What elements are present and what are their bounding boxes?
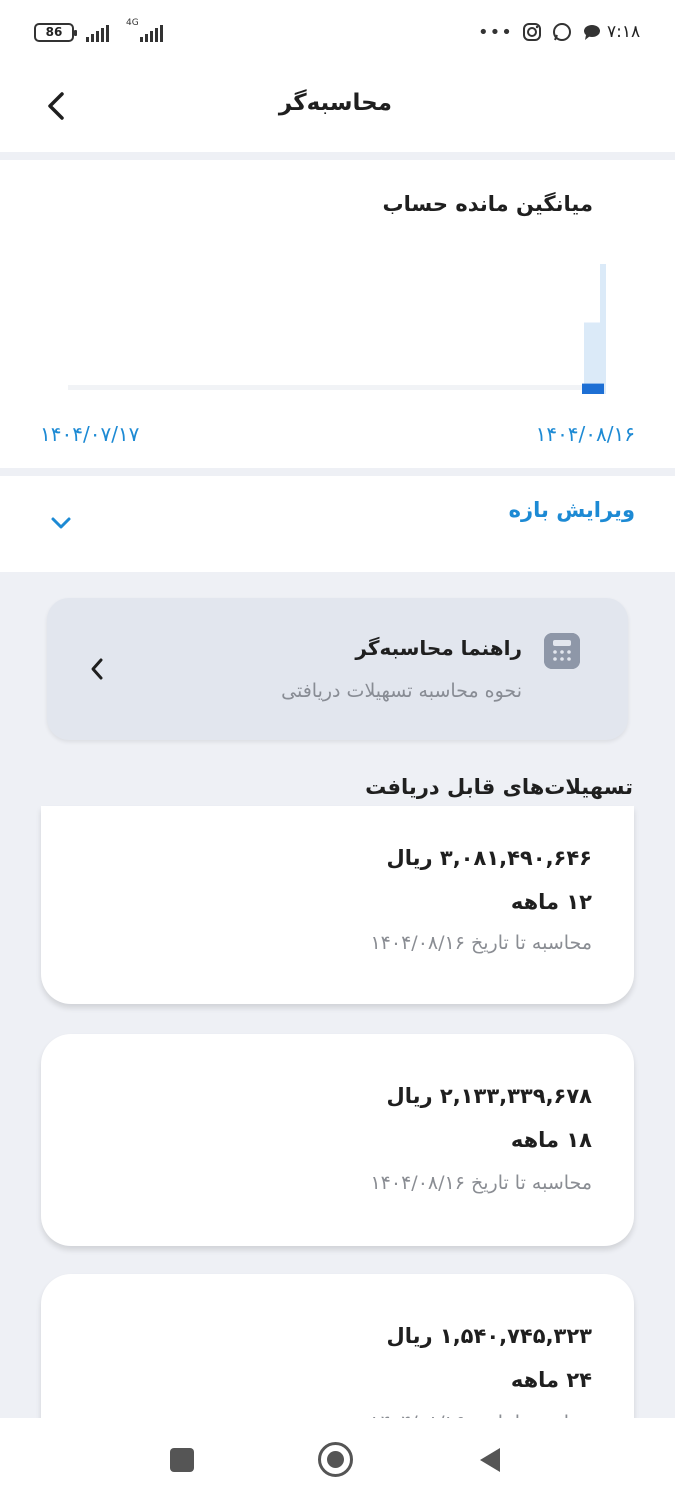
chart-bar-accent — [582, 383, 604, 394]
balance-chart — [68, 264, 606, 394]
status-time: ۷:۱۸ — [607, 22, 641, 42]
system-navigation-bar — [0, 1418, 675, 1500]
signal-icon — [86, 24, 109, 42]
signal-icon-2 — [140, 24, 163, 42]
triangle-back-icon — [480, 1448, 500, 1472]
facility-term: ۱۸ ماهه — [510, 1128, 592, 1152]
facility-term: ۲۴ ماهه — [510, 1368, 592, 1392]
facility-amount: ۱,۵۴۰,۷۴۵,۳۲۳ ریال — [386, 1324, 592, 1348]
instagram-icon — [523, 23, 541, 41]
chart-baseline — [68, 385, 604, 390]
system-back-button[interactable] — [478, 1446, 502, 1474]
whatsapp-icon — [553, 23, 571, 41]
guide-subtitle: نحوه محاسبه تسهیلات دریافتی — [281, 680, 522, 702]
facility-amount: ۳,۰۸۱,۴۹۰,۶۴۶ ریال — [386, 846, 592, 870]
home-button[interactable] — [318, 1442, 353, 1477]
network-type: 4G — [126, 18, 139, 28]
more-notifications: ••• — [478, 22, 513, 43]
facility-card[interactable]: ۳,۰۸۱,۴۹۰,۶۴۶ ریال ۱۲ ماهه محاسبه تا تار… — [41, 806, 634, 1004]
x-axis-start-label: ۱۴۰۴/۰۷/۱۷ — [40, 422, 140, 446]
status-bar: 86 4G ••• ۷:۱۸ — [0, 0, 675, 60]
x-axis-end-label: ۱۴۰۴/۰۸/۱۶ — [535, 422, 635, 446]
facilities-section-title: تسهیلات‌های قابل دریافت — [365, 775, 633, 799]
chevron-left-icon — [91, 658, 103, 680]
chart-bar-light — [584, 322, 600, 394]
facility-date: محاسبه تا تاریخ ۱۴۰۴/۰۸/۱۶ — [370, 932, 592, 954]
chevron-down-icon — [51, 517, 71, 529]
page-title: محاسبه‌گر — [278, 90, 392, 116]
calculator-icon — [544, 633, 580, 669]
battery-indicator: 86 — [34, 23, 77, 42]
facility-term: ۱۲ ماهه — [510, 890, 592, 914]
recent-apps-button[interactable] — [170, 1448, 194, 1472]
chat-icon — [584, 25, 600, 40]
facility-amount: ۲,۱۳۳,۳۳۹,۶۷۸ ریال — [386, 1084, 592, 1108]
guide-title: راهنما محاسبه‌گر — [355, 636, 522, 660]
facility-card[interactable]: ۲,۱۳۳,۳۳۹,۶۷۸ ریال ۱۸ ماهه محاسبه تا تار… — [41, 1034, 634, 1246]
chart-bar-light — [600, 264, 606, 394]
chevron-left-icon — [48, 92, 64, 120]
edit-range-button[interactable]: ویرایش بازه — [0, 476, 675, 572]
edit-range-label: ویرایش بازه — [508, 498, 635, 522]
back-button[interactable] — [38, 86, 74, 126]
facility-date: محاسبه تا تاریخ ۱۴۰۴/۰۸/۱۶ — [370, 1172, 592, 1194]
app-header: محاسبه‌گر — [0, 60, 675, 152]
balance-chart-card: میانگین مانده حساب ۱۴۰۴/۰۷/۱۷ ۱۴۰۴/۰۸/۱۶ — [0, 160, 675, 468]
calculator-guide-card[interactable]: راهنما محاسبه‌گر نحوه محاسبه تسهیلات دری… — [47, 598, 628, 740]
